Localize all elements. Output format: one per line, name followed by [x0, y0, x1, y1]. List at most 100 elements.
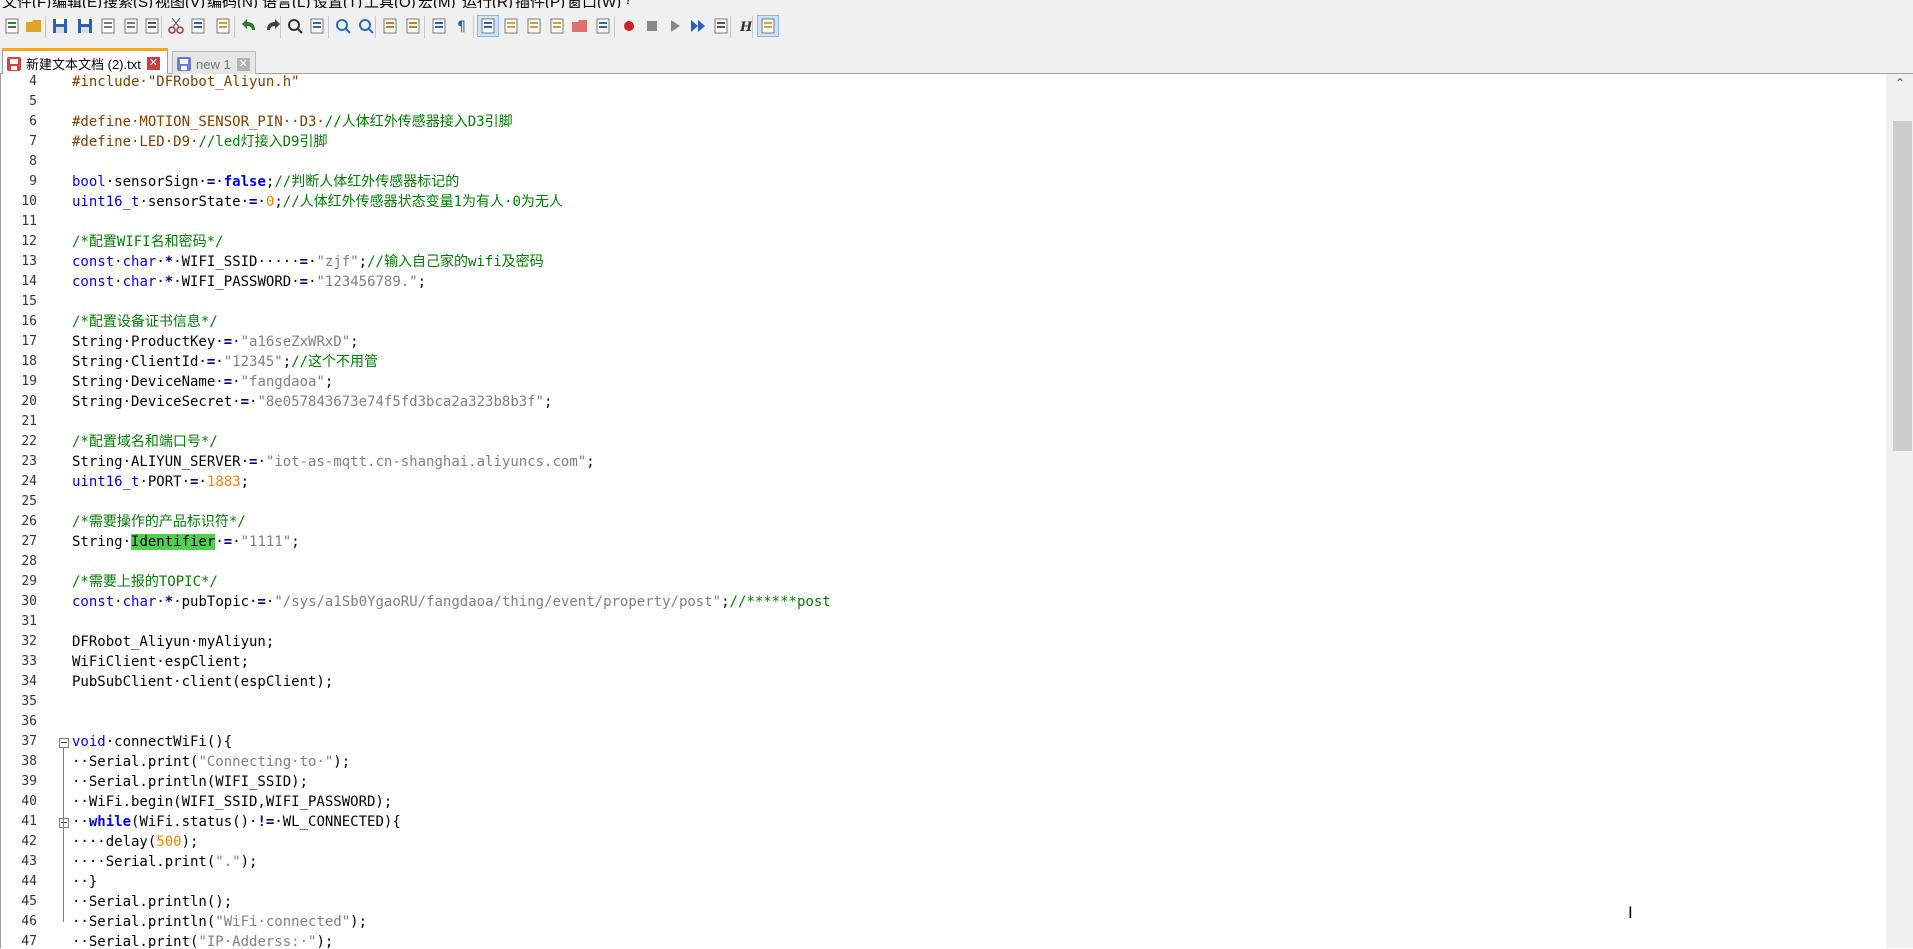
file-modified-icon — [7, 56, 21, 71]
menu-item[interactable]: 工具(O) — [364, 0, 416, 8]
sync-horizontal-icon[interactable] — [403, 16, 423, 36]
code-line: const·char·*·WIFI_PASSWORD·=·"123456789.… — [72, 272, 426, 292]
menu-item[interactable]: 语言(L) — [262, 0, 310, 8]
code-token: · — [232, 374, 241, 390]
zoom-in-icon[interactable] — [333, 16, 353, 36]
doc-map-icon[interactable] — [524, 16, 544, 36]
code-token: ··Serial.println( — [72, 914, 216, 930]
close-tab-icon[interactable]: ✕ — [146, 57, 160, 70]
open-folder-icon[interactable] — [24, 16, 44, 36]
menu-item[interactable]: 设置(T) — [313, 0, 362, 8]
fold-toggle-icon[interactable] — [59, 818, 69, 828]
monitor-icon[interactable] — [593, 16, 613, 36]
code-editor[interactable]: 4 5 6 7 8 9 10 11 12 13 14 15 16 17 18 19 20 21 22 23 24 25 26… — [0, 74, 1913, 949]
close-tab-icon[interactable]: ✕ — [236, 57, 250, 71]
run-macro-multiple-icon[interactable] — [688, 16, 708, 36]
code-token: ·pubTopic· — [173, 594, 258, 610]
code-token: * — [164, 274, 174, 290]
menu-item[interactable]: 编辑(E) — [52, 0, 102, 8]
save-macro-icon[interactable] — [711, 16, 731, 36]
code-token: String·ALIYUN_SERVER· — [72, 454, 250, 470]
code-token: · — [215, 174, 224, 190]
code-token: "iot-as-mqtt.cn-shanghai.aliyuncs.com" — [265, 454, 587, 470]
menu-item[interactable]: ? — [624, 0, 632, 8]
line-number: 16 — [21, 314, 37, 329]
code-token: ; — [350, 334, 359, 350]
replace-icon[interactable] — [307, 16, 327, 36]
code-token: · — [156, 594, 165, 610]
menu-item[interactable]: 窗口(W) — [567, 0, 621, 8]
line-number: 36 — [21, 714, 37, 729]
copy-icon[interactable] — [188, 16, 208, 36]
menu-item[interactable]: 宏(M) — [418, 0, 456, 8]
code-token: String·ProductKey· — [72, 334, 224, 350]
word-wrap-icon[interactable] — [429, 16, 449, 36]
save-all-icon[interactable] — [75, 16, 95, 36]
tab-file-active[interactable]: 新建文本文档 (2).txt ✕ — [2, 48, 168, 76]
line-number: 31 — [21, 614, 37, 629]
code-line: String·DeviceName·=·"fangdaoa"; — [72, 372, 333, 392]
search-highlight: Identifier — [131, 534, 216, 550]
stop-record-icon[interactable] — [642, 16, 662, 36]
menu-item[interactable]: 文件(F) — [2, 0, 51, 8]
line-number: 11 — [21, 214, 37, 229]
code-line: DFRobot_Aliyun·myAliyun; — [72, 632, 274, 652]
code-token: = — [223, 534, 233, 550]
code-token: ; — [240, 474, 250, 490]
code-token: · — [257, 194, 266, 210]
paste-icon[interactable] — [213, 16, 233, 36]
show-all-chars-icon[interactable]: ¶ — [452, 16, 472, 36]
code-token: ····Serial.print( — [72, 854, 216, 870]
code-token: · — [215, 354, 224, 370]
code-token: ; — [721, 594, 730, 610]
find-icon[interactable] — [285, 16, 305, 36]
sync-vertical-icon[interactable] — [380, 16, 400, 36]
code-line: /*需要操作的产品标识符*/ — [72, 512, 246, 532]
code-token: · — [215, 534, 224, 550]
code-token: /*配置设备证书信息*/ — [72, 314, 218, 330]
menu-item[interactable]: 搜索(S) — [103, 0, 153, 8]
undo-icon[interactable] — [240, 16, 260, 36]
print-icon[interactable] — [142, 16, 162, 36]
new-file-icon[interactable] — [2, 16, 22, 36]
zoom-out-icon[interactable] — [356, 16, 376, 36]
menu-item[interactable]: 视图(V) — [155, 0, 205, 8]
code-token: != — [257, 814, 275, 830]
record-macro-icon[interactable] — [619, 16, 639, 36]
code-line: ··Serial.println(); — [72, 892, 232, 912]
code-token: "fangdaoa" — [240, 374, 325, 390]
menu-item[interactable]: 运行(R) — [462, 0, 513, 8]
menu-item[interactable]: 编码(N) — [207, 0, 258, 8]
save-icon[interactable] — [50, 16, 70, 36]
code-token: String·DeviceSecret· — [72, 394, 241, 410]
code-token: const — [72, 274, 115, 290]
line-number: 10 — [21, 194, 37, 209]
code-line: String·DeviceSecret·=·"8e057843673e74f5f… — [72, 392, 552, 412]
code-token: while — [88, 814, 132, 830]
scrollbar-thumb[interactable] — [1893, 121, 1912, 451]
line-number: 12 — [21, 234, 37, 249]
play-macro-icon[interactable] — [665, 16, 685, 36]
code-line: const·char·*·WIFI_SSID·····=·"zjf";//输入自… — [72, 252, 544, 272]
vertical-scrollbar[interactable]: ⌃ — [1886, 74, 1913, 948]
code-area[interactable]: #include·"DFRobot_Aliyun.h" #define·MOTIO… — [71, 74, 1886, 948]
folder-workspace-icon[interactable] — [570, 16, 590, 36]
panel-icon[interactable] — [757, 15, 779, 37]
code-token: * — [164, 594, 174, 610]
menu-item[interactable]: 插件(P) — [515, 0, 565, 8]
close-all-icon[interactable] — [121, 16, 141, 36]
cut-icon[interactable] — [166, 16, 186, 36]
code-token: ····delay( — [72, 834, 157, 850]
line-number: 46 — [21, 914, 37, 929]
close-icon[interactable] — [98, 16, 118, 36]
redo-icon[interactable] — [262, 16, 282, 36]
svg-text:H: H — [739, 20, 753, 35]
function-list-icon[interactable] — [547, 16, 567, 36]
code-line: ····delay(500); — [72, 832, 198, 852]
code-line: ··while(WiFi.status()·!=·WL_CONNECTED){ — [72, 812, 401, 832]
indent-guide-icon[interactable] — [477, 15, 499, 37]
scroll-up-icon[interactable]: ⌃ — [1886, 76, 1913, 92]
define-language-icon[interactable] — [501, 16, 521, 36]
fold-toggle-icon[interactable] — [59, 738, 69, 748]
code-token: //判断人体红外传感器标记的 — [274, 174, 460, 190]
